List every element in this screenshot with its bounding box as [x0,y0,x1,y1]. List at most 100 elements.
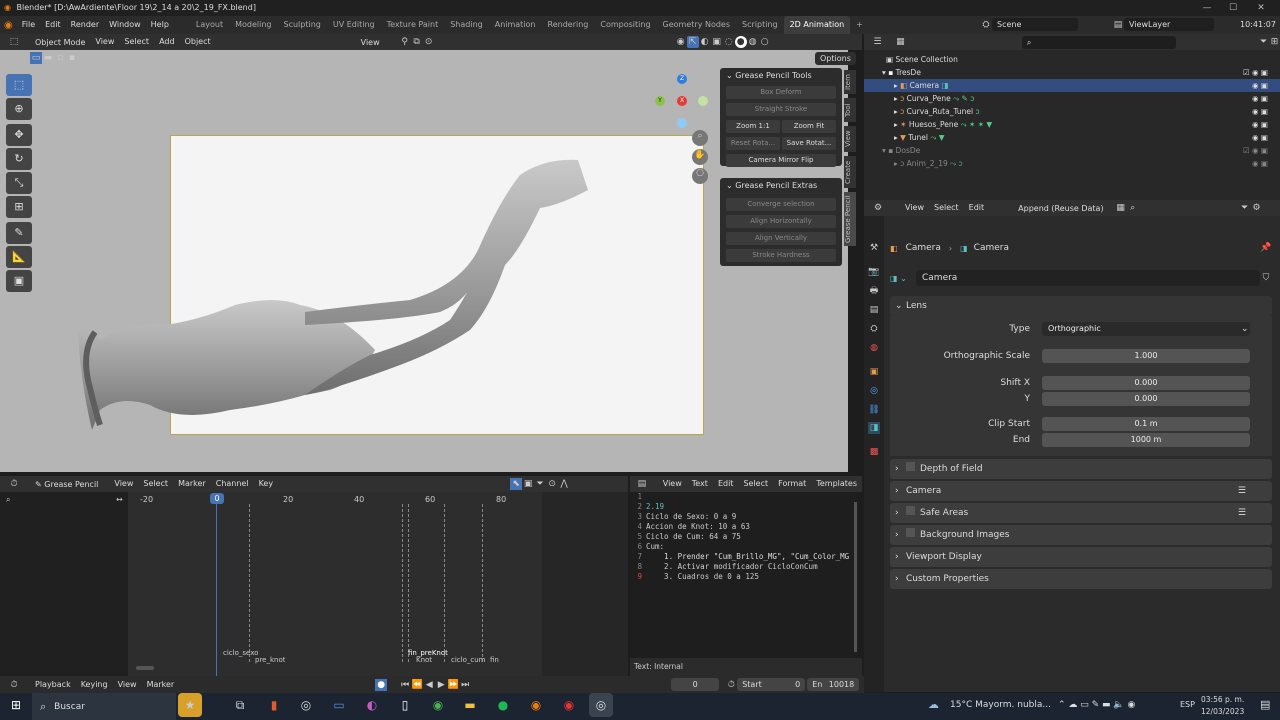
snap-icon[interactable]: ⧉ [411,36,423,48]
outliner-row-huesos-pene[interactable]: ▸ ✶ Huesos_Pene ⤳ ✶ ✶ ▼ ◉ ▣ [864,118,1280,131]
visibility-icon[interactable]: ◉ ▣ [1252,79,1268,92]
viewport-menu-object[interactable]: Object [180,34,216,50]
physics-tab-icon[interactable]: ◎ [868,385,880,397]
notifications-icon[interactable]: ▤ [1260,698,1270,711]
scene-field[interactable]: Scene [992,18,1078,31]
current-frame-indicator[interactable]: 0 [210,493,224,504]
solid-shading-icon[interactable]: ● [734,36,747,48]
outliner-row-curva-pene[interactable]: ▸ ↄ Curva_Pene ⤳ ✎ ↄ ◉ ▣ [864,92,1280,105]
box-deform-button[interactable]: Box Deform [726,86,836,99]
text-scrollbar[interactable] [854,502,857,652]
visibility-icon[interactable]: ◉ ▣ [1252,105,1268,118]
menu-render[interactable]: Render [66,16,104,34]
depth-of-field-panel[interactable]: › Depth of Field [890,459,1272,479]
gizmo-neg-y-axis[interactable] [698,96,708,106]
properties-menu-view[interactable]: View [900,200,929,216]
marker-pre-knot[interactable]: pre_knot [255,656,286,664]
visibility-icon[interactable]: ☑ ◉ ▣ [1243,144,1268,157]
marker-ciclo-cum[interactable]: ciclo_cum [451,656,485,664]
tab-scripting[interactable]: Scripting [736,16,784,34]
only-selected-icon[interactable]: ⬉ [510,478,523,490]
outliner-search-input[interactable]: ⌕ [1021,35,1177,49]
visibility-icon[interactable]: ◉ [675,36,687,48]
text-menu-templates[interactable]: Templates [811,476,862,492]
current-frame-field[interactable]: 0 [671,678,720,691]
swap-icon[interactable]: ↔ [116,495,123,504]
text-editor-type-icon[interactable]: ▤ [636,478,648,490]
camera-panel[interactable]: › Camera ☰ [890,481,1272,501]
outliner-row-anim[interactable]: ▸ ↄ Anim_2_19 ⤳ ↄ ◉ ▣ [864,157,1280,170]
stopwatch-icon[interactable]: ⏱ [725,679,737,691]
viewlayer-field[interactable]: ViewLayer [1124,18,1214,31]
orientation-select[interactable]: View [356,36,385,49]
outliner-type-icon[interactable]: ☰ [872,36,883,48]
viewport-menu-select[interactable]: Select [119,34,154,50]
dopesheet-menu-select[interactable]: Select [138,476,173,492]
blender-menu-icon[interactable]: ◉ [0,20,17,31]
tab-grease-pencil[interactable]: Grease Pencil [844,192,856,246]
converge-selection-button[interactable]: Converge selection [726,198,836,211]
notepad-app-icon[interactable]: ▯ [393,693,417,717]
text-menu-format[interactable]: Format [773,476,811,492]
tab-item[interactable]: Item [844,70,856,94]
tab-animation[interactable]: Animation [489,16,542,34]
menu-help[interactable]: Help [146,16,174,34]
show-hidden-icon[interactable]: ▣ [522,478,534,490]
file-explorer-icon[interactable]: ▬ [458,693,482,717]
preset-list-icon[interactable]: ☰ [1238,481,1246,501]
tab-rendering[interactable]: Rendering [542,16,595,34]
gizmo-toggle-icon[interactable]: ⇱ [686,36,699,48]
gizmo-z-axis[interactable]: Z [677,74,687,84]
visibility-icon[interactable]: ◉ ▣ [1252,157,1268,170]
safe-areas-panel[interactable]: › Safe Areas ☰ [890,503,1272,523]
play-icon[interactable]: ▶ [435,679,447,691]
text-menu-view[interactable]: View [658,476,687,492]
tab-uv-editing[interactable]: UV Editing [327,16,381,34]
preset-list-icon[interactable]: ☰ [1238,503,1246,523]
render-tab-icon[interactable]: 📷 [868,266,880,278]
text-menu-text[interactable]: Text [687,476,713,492]
viewlayer-selector[interactable]: ▤ ViewLayer [1112,18,1214,31]
camera-mirror-flip-button[interactable]: Camera Mirror Flip [726,154,836,167]
minimize-button[interactable]: — [1196,0,1218,16]
constraints-tab-icon[interactable]: ⛓ [868,404,880,416]
mode-select[interactable]: Object Mode [30,36,90,49]
3d-viewport[interactable]: ▭ ▬ ▫ ▪ Options ⬚ ⊕ ✥ ↻ ⤡ ⊞ ✎ 📐 ▣ Z Y X … [0,50,856,472]
tab-geometry-nodes[interactable]: Geometry Nodes [657,16,736,34]
world-tab-icon[interactable]: ◍ [868,342,880,354]
clip-end-field[interactable]: 1000 m [1042,433,1250,447]
next-keyframe-icon[interactable]: ⏩ [447,679,459,691]
menu-edit[interactable]: Edit [40,16,66,34]
append-select[interactable]: Append (Reuse Data) [1013,202,1108,215]
jump-end-icon[interactable]: ⏭ [459,679,471,691]
active-app-icon[interactable]: ◎ [589,693,613,717]
tab-texture-paint[interactable]: Texture Paint [381,16,445,34]
zoom-1-1-button[interactable]: Zoom 1:1 [726,120,780,133]
start-frame-field[interactable]: Start 0 [737,678,806,691]
shift-x-field[interactable]: 0.000 [1042,376,1250,390]
weather-icon[interactable]: ☁ [928,698,939,711]
auto-keying-icon[interactable]: ● [375,678,388,691]
wireframe-shading-icon[interactable]: ◌ [723,36,735,48]
language-indicator[interactable]: ESP [1180,700,1195,709]
save-rotation-button[interactable]: Save Rotat... [782,137,836,150]
viewport-menu-view[interactable]: View [90,34,119,50]
dopesheet-type-icon[interactable]: ⏱ [8,478,20,490]
visibility-icon[interactable]: ◉ ▣ [1252,118,1268,131]
dopesheet-menu-channel[interactable]: Channel [211,476,254,492]
zoom-fit-button[interactable]: Zoom Fit [782,120,836,133]
properties-view-icon[interactable]: ▦ [1115,202,1127,214]
outliner-row-curva-ruta-tunel[interactable]: ▸ ↄ Curva_Ruta_Tunel ↄ ◉ ▣ [864,105,1280,118]
output-tab-icon[interactable]: 🖶 [868,285,880,297]
timeline-menu-view[interactable]: View [113,676,142,693]
marker-knot[interactable]: Knot [416,656,432,664]
filter-icon[interactable]: ⏷ [1258,36,1269,48]
tab-tool[interactable]: Tool [844,98,856,122]
gizmo-y-axis[interactable]: Y [655,96,665,106]
tab-2d-animation[interactable]: 2D Animation [783,16,851,34]
task-view-icon[interactable]: ⧉ [228,693,252,717]
proportional-icon[interactable]: ⊙ [423,36,435,48]
text-menu-select[interactable]: Select [738,476,773,492]
timeline-type-icon[interactable]: ⏱ [8,679,20,691]
keying-menu[interactable]: Keying [76,676,113,693]
